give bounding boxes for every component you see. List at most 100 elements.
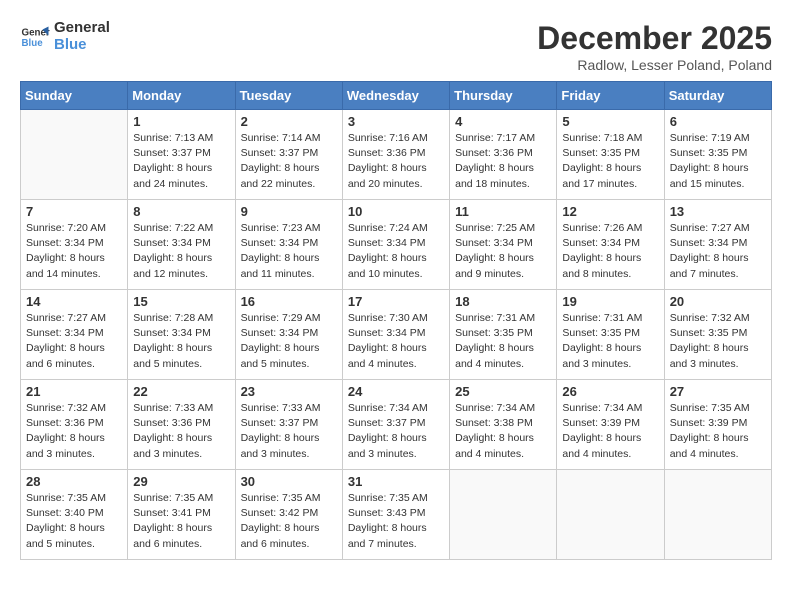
- day-number: 17: [348, 294, 444, 309]
- svg-text:Blue: Blue: [22, 38, 44, 49]
- day-number: 12: [562, 204, 658, 219]
- day-number: 29: [133, 474, 229, 489]
- header-monday: Monday: [128, 82, 235, 110]
- calendar-cell: 11Sunrise: 7:25 AMSunset: 3:34 PMDayligh…: [450, 200, 557, 290]
- cell-content: Sunrise: 7:33 AMSunset: 3:36 PMDaylight:…: [133, 401, 229, 462]
- cell-content: Sunrise: 7:35 AMSunset: 3:41 PMDaylight:…: [133, 491, 229, 552]
- calendar-cell: [664, 470, 771, 560]
- calendar-cell: 10 Sunrise: 7:24 AMSunset: 3:34 PMDayligh…: [342, 200, 449, 290]
- day-number: 3: [348, 114, 444, 129]
- day-number: 15: [133, 294, 229, 309]
- calendar-cell: 19 Sunrise: 7:31 AMSunset: 3:35 PMDayligh…: [557, 290, 664, 380]
- cell-content: Sunrise: 7:32 AMSunset: 3:35 PMDaylight:…: [670, 311, 766, 372]
- cell-content: Sunrise: 7:35 AMSunset: 3:42 PMDaylight:…: [241, 491, 337, 552]
- day-number: 26: [562, 384, 658, 399]
- calendar-cell: 17 Sunrise: 7:30 AMSunset: 3:34 PMDayligh…: [342, 290, 449, 380]
- logo-line1: General: [54, 20, 110, 37]
- day-number: 18: [455, 294, 551, 309]
- calendar-cell: 3Sunrise: 7:16 AMSunset: 3:36 PMDaylight…: [342, 110, 449, 200]
- calendar-cell: 4Sunrise: 7:17 AMSunset: 3:36 PMDaylight…: [450, 110, 557, 200]
- calendar-cell: 31 Sunrise: 7:35 AMSunset: 3:43 PMDayligh…: [342, 470, 449, 560]
- cell-content: Sunrise: 7:27 AMSunset: 3:34 PMDaylight:…: [26, 311, 122, 372]
- calendar-table: SundayMondayTuesdayWednesdayThursdayFrid…: [20, 81, 772, 560]
- day-number: 10: [348, 204, 444, 219]
- day-number: 14: [26, 294, 122, 309]
- day-number: 23: [241, 384, 337, 399]
- header-tuesday: Tuesday: [235, 82, 342, 110]
- cell-content: Sunrise: 7:33 AMSunset: 3:37 PMDaylight:…: [241, 401, 337, 462]
- cell-content: Sunrise: 7:34 AMSunset: 3:39 PMDaylight:…: [562, 401, 658, 462]
- cell-content: Sunrise: 7:30 AMSunset: 3:34 PMDaylight:…: [348, 311, 444, 372]
- calendar-cell: 22 Sunrise: 7:33 AMSunset: 3:36 PMDayligh…: [128, 380, 235, 470]
- calendar-cell: [557, 470, 664, 560]
- cell-content: Sunrise: 7:26 AMSunset: 3:34 PMDaylight:…: [562, 221, 658, 282]
- page-header: General Blue General Blue December 2025 …: [20, 20, 772, 73]
- calendar-cell: 16Sunrise: 7:29 AMSunset: 3:34 PMDayligh…: [235, 290, 342, 380]
- cell-content: Sunrise: 7:13 AMSunset: 3:37 PMDaylight:…: [133, 131, 229, 192]
- calendar-cell: 8Sunrise: 7:22 AMSunset: 3:34 PMDaylight…: [128, 200, 235, 290]
- calendar-cell: 20 Sunrise: 7:32 AMSunset: 3:35 PMDayligh…: [664, 290, 771, 380]
- cell-content: Sunrise: 7:23 AMSunset: 3:34 PMDaylight:…: [241, 221, 337, 282]
- day-number: 4: [455, 114, 551, 129]
- cell-content: Sunrise: 7:24 AMSunset: 3:34 PMDaylight:…: [348, 221, 444, 282]
- cell-content: Sunrise: 7:14 AMSunset: 3:37 PMDaylight:…: [241, 131, 337, 192]
- calendar-cell: 26 Sunrise: 7:34 AMSunset: 3:39 PMDayligh…: [557, 380, 664, 470]
- logo-line2: Blue: [54, 37, 110, 54]
- title-block: December 2025 Radlow, Lesser Poland, Pol…: [537, 20, 772, 73]
- cell-content: Sunrise: 7:35 AMSunset: 3:43 PMDaylight:…: [348, 491, 444, 552]
- calendar-cell: 7 Sunrise: 7:20 AMSunset: 3:34 PMDaylight…: [21, 200, 128, 290]
- day-number: 31: [348, 474, 444, 489]
- day-number: 1: [133, 114, 229, 129]
- calendar-cell: 21 Sunrise: 7:32 AMSunset: 3:36 PMDayligh…: [21, 380, 128, 470]
- calendar-cell: 28 Sunrise: 7:35 AMSunset: 3:40 PMDayligh…: [21, 470, 128, 560]
- calendar-cell: 30 Sunrise: 7:35 AMSunset: 3:42 PMDayligh…: [235, 470, 342, 560]
- month-title: December 2025: [537, 20, 772, 57]
- calendar-cell: 6 Sunrise: 7:19 AMSunset: 3:35 PMDaylight…: [664, 110, 771, 200]
- cell-content: Sunrise: 7:31 AMSunset: 3:35 PMDaylight:…: [562, 311, 658, 372]
- cell-content: Sunrise: 7:35 AMSunset: 3:40 PMDaylight:…: [26, 491, 122, 552]
- calendar-cell: 5Sunrise: 7:18 AMSunset: 3:35 PMDaylight…: [557, 110, 664, 200]
- cell-content: Sunrise: 7:22 AMSunset: 3:34 PMDaylight:…: [133, 221, 229, 282]
- calendar-cell: 1 Sunrise: 7:13 AMSunset: 3:37 PMDaylight…: [128, 110, 235, 200]
- day-number: 21: [26, 384, 122, 399]
- cell-content: Sunrise: 7:31 AMSunset: 3:35 PMDaylight:…: [455, 311, 551, 372]
- calendar-cell: 2 Sunrise: 7:14 AMSunset: 3:37 PMDaylight…: [235, 110, 342, 200]
- calendar-cell: 23 Sunrise: 7:33 AMSunset: 3:37 PMDayligh…: [235, 380, 342, 470]
- week-row-5: 28 Sunrise: 7:35 AMSunset: 3:40 PMDayligh…: [21, 470, 772, 560]
- cell-content: Sunrise: 7:35 AMSunset: 3:39 PMDaylight:…: [670, 401, 766, 462]
- calendar-cell: 29 Sunrise: 7:35 AMSunset: 3:41 PMDayligh…: [128, 470, 235, 560]
- header-wednesday: Wednesday: [342, 82, 449, 110]
- day-number: 19: [562, 294, 658, 309]
- calendar-cell: 18 Sunrise: 7:31 AMSunset: 3:35 PMDayligh…: [450, 290, 557, 380]
- week-row-4: 21 Sunrise: 7:32 AMSunset: 3:36 PMDayligh…: [21, 380, 772, 470]
- day-number: 7: [26, 204, 122, 219]
- cell-content: Sunrise: 7:28 AMSunset: 3:34 PMDaylight:…: [133, 311, 229, 372]
- calendar-cell: [450, 470, 557, 560]
- day-number: 16: [241, 294, 337, 309]
- day-number: 6: [670, 114, 766, 129]
- day-number: 30: [241, 474, 337, 489]
- day-number: 27: [670, 384, 766, 399]
- cell-content: Sunrise: 7:25 AMSunset: 3:34 PMDaylight:…: [455, 221, 551, 282]
- week-row-3: 14 Sunrise: 7:27 AMSunset: 3:34 PMDayligh…: [21, 290, 772, 380]
- day-number: 2: [241, 114, 337, 129]
- day-number: 25: [455, 384, 551, 399]
- day-number: 20: [670, 294, 766, 309]
- header-sunday: Sunday: [21, 82, 128, 110]
- week-row-2: 7 Sunrise: 7:20 AMSunset: 3:34 PMDaylight…: [21, 200, 772, 290]
- logo: General Blue General Blue: [20, 20, 110, 53]
- cell-content: Sunrise: 7:27 AMSunset: 3:34 PMDaylight:…: [670, 221, 766, 282]
- cell-content: Sunrise: 7:32 AMSunset: 3:36 PMDaylight:…: [26, 401, 122, 462]
- cell-content: Sunrise: 7:34 AMSunset: 3:37 PMDaylight:…: [348, 401, 444, 462]
- cell-content: Sunrise: 7:34 AMSunset: 3:38 PMDaylight:…: [455, 401, 551, 462]
- location: Radlow, Lesser Poland, Poland: [537, 57, 772, 73]
- calendar-cell: [21, 110, 128, 200]
- header-thursday: Thursday: [450, 82, 557, 110]
- week-row-1: 1 Sunrise: 7:13 AMSunset: 3:37 PMDaylight…: [21, 110, 772, 200]
- header-saturday: Saturday: [664, 82, 771, 110]
- calendar-cell: 24Sunrise: 7:34 AMSunset: 3:37 PMDayligh…: [342, 380, 449, 470]
- cell-content: Sunrise: 7:19 AMSunset: 3:35 PMDaylight:…: [670, 131, 766, 192]
- cell-content: Sunrise: 7:20 AMSunset: 3:34 PMDaylight:…: [26, 221, 122, 282]
- day-number: 28: [26, 474, 122, 489]
- day-number: 22: [133, 384, 229, 399]
